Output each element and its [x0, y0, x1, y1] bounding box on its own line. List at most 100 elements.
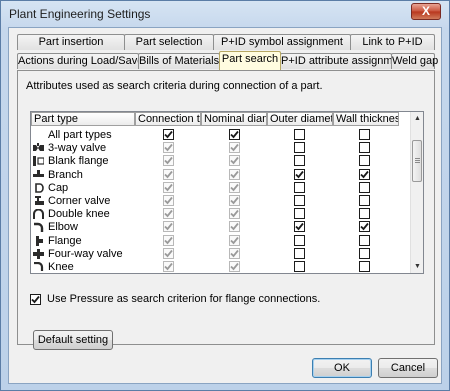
table-row: Four-way valve — [31, 247, 411, 261]
tab-pid-attribute-assignment[interactable]: P+ID attribute assignment — [280, 53, 408, 69]
table-row: 3-way valve — [31, 141, 411, 155]
table-row: Flange — [31, 234, 411, 248]
part-type-label: Double knee — [48, 208, 110, 221]
nominal-diameter-checkbox — [229, 142, 240, 154]
wall-thickness-checkbox[interactable] — [359, 195, 370, 206]
part-type-cell: All part types — [33, 128, 133, 142]
dialog-client-area: Part insertion Part selection P+ID symbo… — [8, 27, 442, 384]
scroll-thumb[interactable] — [412, 140, 422, 182]
nominal-diameter-checkbox — [229, 195, 240, 206]
table-row: Elbow — [31, 220, 411, 234]
blank-flange-icon — [33, 156, 45, 167]
wall-thickness-checkbox[interactable] — [359, 234, 370, 246]
table-row: Cap — [31, 181, 411, 195]
part-type-cell: Knee — [33, 260, 133, 273]
part-type-label: Branch — [48, 168, 83, 181]
part-type-cell: Four-way valve — [33, 247, 133, 261]
branch-icon — [33, 169, 44, 180]
wall-thickness-checkbox[interactable] — [359, 142, 370, 154]
part-type-label: 3-way valve — [48, 142, 107, 155]
tab-row-back: Part insertion Part selection P+ID symbo… — [17, 34, 435, 50]
wall-thickness-checkbox[interactable] — [359, 168, 370, 180]
tab-actions-load-save[interactable]: Actions during Load/Save — [17, 53, 143, 69]
column-header-wall-thickness[interactable]: Wall thickness — [333, 112, 399, 126]
tab-bills-of-materials[interactable]: Bills of Materials — [138, 53, 220, 69]
column-header-nominal-diameter[interactable]: Nominal diam... — [201, 112, 267, 126]
outer-diameter-checkbox[interactable] — [294, 168, 305, 180]
nominal-diameter-checkbox[interactable] — [229, 129, 240, 140]
cancel-button[interactable]: Cancel — [378, 358, 438, 378]
part-type-cell: Branch — [33, 168, 133, 182]
tab-weld-gap[interactable]: Weld gap — [391, 53, 438, 69]
connection-type-checkbox — [163, 142, 174, 154]
wall-thickness-checkbox[interactable] — [359, 155, 370, 167]
wall-thickness-checkbox[interactable] — [359, 247, 370, 259]
tab-part-search[interactable]: Part search — [219, 51, 281, 70]
connection-type-checkbox — [163, 221, 174, 233]
knee-icon — [33, 261, 44, 272]
part-type-label: Four-way valve — [48, 247, 123, 260]
flange-icon — [33, 235, 44, 246]
three-way-valve-icon — [33, 143, 44, 153]
connection-type-checkbox — [163, 195, 174, 206]
elbow-icon — [33, 222, 44, 233]
scroll-up-arrow-icon[interactable]: ▲ — [413, 114, 422, 123]
wall-thickness-checkbox[interactable] — [359, 129, 370, 140]
part-type-label: All part types — [48, 129, 112, 141]
connection-type-checkbox[interactable] — [163, 129, 174, 140]
outer-diameter-checkbox[interactable] — [294, 195, 305, 206]
close-button[interactable]: X — [411, 3, 441, 20]
title-bar[interactable]: Plant Engineering Settings X — [1, 1, 449, 27]
part-type-cell: Double knee — [33, 207, 133, 221]
grip-line — [415, 162, 420, 163]
nominal-diameter-checkbox — [229, 221, 240, 233]
wall-thickness-checkbox[interactable] — [359, 181, 370, 193]
table-row: Knee — [31, 260, 411, 273]
nominal-diameter-checkbox — [229, 247, 240, 259]
part-type-cell: Corner valve — [33, 194, 133, 208]
window-title: Plant Engineering Settings — [9, 7, 151, 21]
outer-diameter-checkbox[interactable] — [294, 129, 305, 140]
nominal-diameter-checkbox — [229, 208, 240, 220]
tab-pid-symbol-assignment[interactable]: P+ID symbol assignment — [213, 34, 351, 50]
table-row: Corner valve — [31, 194, 411, 208]
tab-link-to-pid[interactable]: Link to P+ID — [350, 34, 435, 50]
outer-diameter-checkbox[interactable] — [294, 221, 305, 233]
column-header-connection-type[interactable]: Connection t... — [135, 112, 201, 126]
outer-diameter-checkbox[interactable] — [294, 142, 305, 154]
ok-button[interactable]: OK — [312, 358, 372, 378]
part-type-cell: Flange — [33, 234, 133, 248]
part-type-grid[interactable]: Part type Connection t... Nominal diam..… — [30, 111, 424, 274]
outer-diameter-checkbox[interactable] — [294, 261, 305, 272]
nominal-diameter-checkbox — [229, 261, 240, 272]
connection-type-checkbox — [163, 181, 174, 193]
tab-part-selection[interactable]: Part selection — [124, 34, 214, 50]
description-text: Attributes used as search criteria durin… — [26, 80, 323, 92]
outer-diameter-checkbox[interactable] — [294, 155, 305, 167]
grip-line — [415, 160, 420, 161]
table-row: Double knee — [31, 207, 411, 221]
outer-diameter-checkbox[interactable] — [294, 181, 305, 193]
scroll-down-arrow-icon[interactable]: ▼ — [413, 262, 422, 271]
grid-vertical-scrollbar[interactable]: ▲ ▼ — [410, 112, 423, 273]
part-type-cell: 3-way valve — [33, 141, 133, 155]
default-setting-button[interactable]: Default setting — [33, 330, 113, 350]
column-header-outer-diameter[interactable]: Outer diameter — [267, 112, 333, 126]
part-type-label: Corner valve — [48, 195, 111, 207]
part-type-label: Blank flange — [48, 155, 109, 168]
tab-part-insertion[interactable]: Part insertion — [17, 34, 125, 50]
grip-line — [415, 158, 420, 159]
column-header-part-type[interactable]: Part type — [31, 112, 135, 126]
wall-thickness-checkbox[interactable] — [359, 261, 370, 272]
table-row: Branch — [31, 168, 411, 182]
wall-thickness-checkbox[interactable] — [359, 221, 370, 233]
outer-diameter-checkbox[interactable] — [294, 247, 305, 259]
pressure-checkbox[interactable] — [30, 294, 41, 305]
wall-thickness-checkbox[interactable] — [359, 208, 370, 220]
table-row: Blank flange — [31, 154, 411, 168]
four-way-valve-icon — [33, 248, 44, 259]
outer-diameter-checkbox[interactable] — [294, 234, 305, 246]
table-row: All part types — [31, 128, 411, 142]
nominal-diameter-checkbox — [229, 155, 240, 167]
outer-diameter-checkbox[interactable] — [294, 208, 305, 220]
